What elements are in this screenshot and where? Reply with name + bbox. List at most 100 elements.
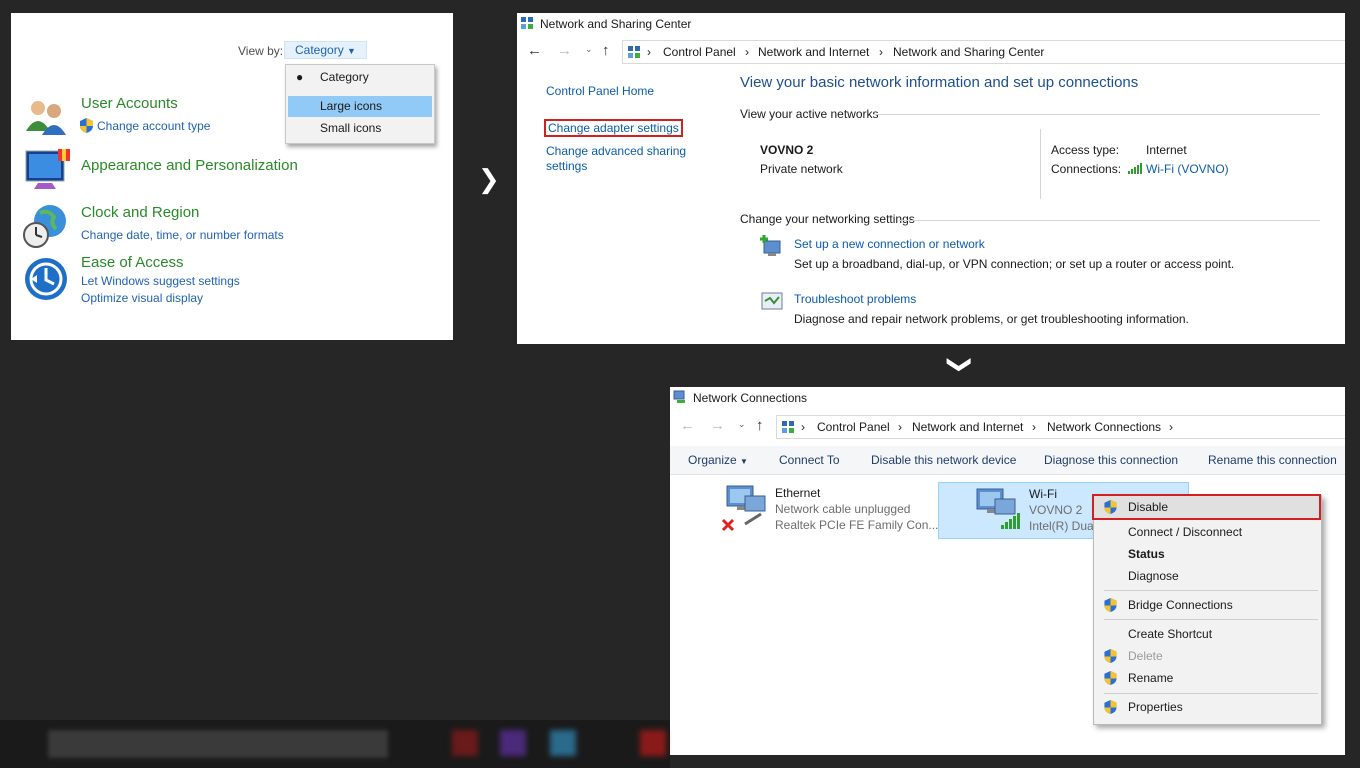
taskbar-search-box[interactable] [48, 730, 388, 758]
divider [899, 220, 1320, 221]
network-name: VOVNO 2 [760, 143, 814, 157]
up-arrow-icon[interactable]: ↑ [602, 42, 610, 59]
category-clock-region[interactable]: Clock and Region [81, 204, 199, 221]
address-bar[interactable]: › Control Panel › Network and Internet ›… [776, 415, 1345, 439]
taskbar-app-icon[interactable] [640, 730, 666, 756]
breadcrumb-sep-icon: › [801, 420, 805, 434]
window-title: Network Connections [693, 391, 808, 405]
menu-item-delete[interactable]: Delete [1128, 649, 1163, 663]
link-windows-suggest-settings[interactable]: Let Windows suggest settings [81, 274, 240, 288]
troubleshoot-link[interactable]: Troubleshoot problems [794, 292, 916, 306]
user-accounts-icon [26, 101, 66, 135]
access-type-label: Access type: [1051, 143, 1120, 157]
shield-icon [1104, 649, 1117, 663]
shield-icon [80, 118, 93, 133]
back-arrow-icon[interactable]: ← [680, 417, 695, 434]
change-settings-label: Change your networking settings [740, 212, 915, 226]
shield-icon [1104, 700, 1117, 714]
menu-item-properties[interactable]: Properties [1128, 700, 1183, 714]
menu-item-small-icons[interactable]: Small icons [288, 118, 432, 139]
link-change-date-formats[interactable]: Change date, time, or number formats [81, 228, 284, 242]
nav-change-advanced-sharing-cont[interactable]: settings [546, 159, 587, 173]
nav-control-panel-home[interactable]: Control Panel Home [546, 84, 654, 98]
network-connections-window: Network Connections ← → ⌄ ↑ › Control Pa… [670, 387, 1345, 755]
back-arrow-icon[interactable]: ← [527, 42, 542, 59]
breadcrumb-network-internet[interactable]: Network and Internet [912, 416, 1023, 438]
forward-arrow-icon[interactable]: → [557, 42, 572, 59]
history-chevron-icon[interactable]: ⌄ [738, 419, 746, 430]
next-step-arrow-icon: ❯ [478, 164, 500, 194]
context-menu: Disable Connect / Disconnect Status Diag… [1092, 494, 1322, 725]
category-appearance[interactable]: Appearance and Personalization [81, 157, 298, 174]
taskbar-app-icon[interactable] [550, 730, 576, 756]
history-chevron-icon[interactable]: ⌄ [585, 44, 593, 55]
menu-item-disable[interactable]: Disable [1092, 494, 1321, 520]
adapter-name: Ethernet [775, 486, 821, 500]
rename-connection-button[interactable]: Rename this connection [1208, 453, 1337, 467]
bullet-icon: ● [296, 70, 304, 84]
appearance-icon [25, 149, 70, 189]
chevron-down-icon: ▼ [740, 457, 748, 466]
menu-item-bridge-connections[interactable]: Bridge Connections [1128, 598, 1233, 612]
view-by-label: View by: [238, 44, 284, 58]
wifi-signal-icon [1128, 163, 1142, 174]
category-ease-of-access[interactable]: Ease of Access [81, 254, 184, 271]
command-bar: Organize ▼ Connect To Disable this netwo… [670, 446, 1345, 475]
setup-connection-link[interactable]: Set up a new connection or network [794, 237, 985, 251]
adapter-name: Wi-Fi [1029, 487, 1057, 501]
network-sharing-center-window: Network and Sharing Center ← → ⌄ ↑ › Con… [517, 13, 1345, 344]
connections-label: Connections: [1051, 162, 1122, 176]
nav-change-advanced-sharing[interactable]: Change advanced sharing [546, 144, 686, 158]
link-optimize-visual-display[interactable]: Optimize visual display [81, 291, 203, 305]
taskbar-app-icon[interactable] [452, 730, 478, 756]
diagnose-connection-button[interactable]: Diagnose this connection [1044, 453, 1178, 467]
access-type-value: Internet [1146, 143, 1187, 157]
window-title: Network and Sharing Center [540, 17, 692, 31]
adapter-device: Realtek PCIe FE Family Con... [775, 518, 939, 532]
breadcrumb-control-panel[interactable]: Control Panel [663, 41, 736, 63]
menu-item-category[interactable]: ● Category [288, 67, 432, 88]
wifi-connection-link[interactable]: Wi-Fi (VOVNO) [1146, 162, 1229, 176]
category-user-accounts[interactable]: User Accounts [81, 95, 178, 112]
forward-arrow-icon[interactable]: → [710, 417, 725, 434]
address-bar[interactable]: › Control Panel › Network and Internet ›… [622, 40, 1345, 64]
nav-change-adapter-settings[interactable]: Change adapter settings [544, 119, 683, 137]
title-bar: Network and Sharing Center [517, 13, 1345, 35]
ethernet-adapter-icon [721, 485, 766, 532]
taskbar-app-icon[interactable] [500, 730, 526, 756]
adapter-ethernet[interactable]: Ethernet Network cable unplugged Realtek… [718, 482, 938, 534]
menu-item-create-shortcut[interactable]: Create Shortcut [1128, 627, 1212, 641]
divider [873, 114, 1320, 115]
new-connection-icon [760, 235, 781, 256]
view-by-menu: ● Category Large icons Small icons [285, 64, 435, 144]
menu-item-status[interactable]: Status [1128, 547, 1165, 561]
up-arrow-icon[interactable]: ↑ [756, 417, 764, 434]
title-bar: Network Connections [670, 387, 1345, 409]
link-change-account-type[interactable]: Change account type [97, 119, 210, 133]
breadcrumb-network-connections[interactable]: Network Connections [1047, 416, 1161, 438]
breadcrumb-network-sharing[interactable]: Network and Sharing Center [893, 41, 1044, 63]
wifi-adapter-icon [976, 488, 1020, 529]
shield-icon [1104, 500, 1117, 514]
disable-device-button[interactable]: Disable this network device [871, 453, 1016, 467]
clock-globe-icon [23, 205, 66, 248]
menu-item-large-icons[interactable]: Large icons [288, 96, 432, 117]
breadcrumb-control-panel[interactable]: Control Panel [817, 416, 890, 438]
menu-separator [1104, 619, 1318, 620]
view-by-dropdown[interactable]: Category ▼ [284, 41, 367, 59]
adapter-status: Network cable unplugged [775, 502, 911, 516]
setup-connection-desc: Set up a broadband, dial-up, or VPN conn… [794, 257, 1235, 271]
menu-item-diagnose[interactable]: Diagnose [1128, 569, 1179, 583]
chevron-down-icon: ▼ [347, 46, 356, 56]
organize-button[interactable]: Organize ▼ [688, 453, 748, 467]
menu-separator [1104, 693, 1318, 694]
active-networks-label: View your active networks [740, 107, 879, 121]
connect-to-button[interactable]: Connect To [779, 453, 840, 467]
control-panel-icon [782, 421, 794, 433]
menu-item-rename[interactable]: Rename [1128, 671, 1173, 685]
breadcrumb-sep-icon: › [879, 45, 883, 59]
shield-icon [1104, 598, 1117, 612]
breadcrumb-network-internet[interactable]: Network and Internet [758, 41, 869, 63]
breadcrumb-sep-icon: › [745, 45, 749, 59]
menu-item-connect-disconnect[interactable]: Connect / Disconnect [1128, 525, 1242, 539]
